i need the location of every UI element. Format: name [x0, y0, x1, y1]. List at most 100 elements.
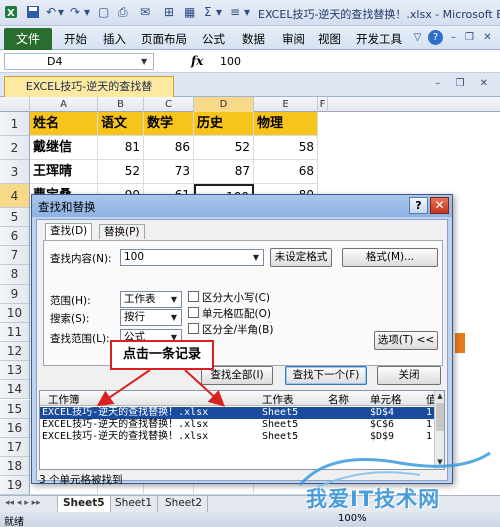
row-header[interactable]: 2: [0, 136, 30, 160]
header-cell[interactable]: 语文: [98, 112, 144, 136]
align-icon[interactable]: ≡: [230, 5, 240, 20]
workbook-tab[interactable]: EXCEL技巧-逆天的查找替换！.xlsx: [4, 76, 174, 113]
column-header-c[interactable]: C: [144, 97, 194, 112]
header-cell[interactable]: 历史: [194, 112, 254, 136]
sheet-tab-sheet5[interactable]: Sheet5: [58, 496, 111, 512]
column-header-a[interactable]: A: [30, 97, 98, 112]
new-icon[interactable]: ▢: [98, 5, 109, 20]
score-cell[interactable]: 87: [194, 160, 254, 184]
workbook-window-controls[interactable]: – ❐ ✕: [435, 78, 494, 89]
tab-home[interactable]: 开始: [64, 31, 87, 47]
tab-review[interactable]: 审阅: [282, 31, 305, 47]
freeze-panes-icon[interactable]: ⊞: [164, 5, 174, 20]
header-cell[interactable]: 数学: [144, 112, 194, 136]
header-cell[interactable]: 姓名: [30, 112, 98, 136]
format-button[interactable]: 格式(M)...: [342, 248, 438, 267]
minimize-icon[interactable]: –: [446, 30, 461, 45]
close-icon[interactable]: ✕: [430, 197, 449, 214]
save-icon[interactable]: [26, 5, 40, 20]
result-row[interactable]: EXCEL技巧-逆天的查找替换！.xlsx Sheet5 $D$4 1: [40, 407, 434, 419]
chevron-down-icon[interactable]: ▼: [250, 251, 262, 264]
search-select[interactable]: 按行 ▼: [120, 309, 182, 326]
row-header[interactable]: 8: [0, 265, 30, 285]
row-header[interactable]: 6: [0, 227, 30, 247]
sheet-tab-sheet1[interactable]: Sheet1: [110, 496, 159, 512]
row-header[interactable]: 13: [0, 361, 30, 381]
select-all-corner[interactable]: [0, 97, 30, 112]
result-row[interactable]: EXCEL技巧-逆天的查找替换！.xlsx Sheet5 $C$6 1: [40, 419, 434, 431]
col-sheet[interactable]: 工作表: [262, 392, 294, 407]
row-header[interactable]: 16: [0, 418, 30, 438]
print-preview-icon[interactable]: ⎙: [118, 5, 128, 20]
col-name[interactable]: 名称: [328, 392, 349, 407]
row-header[interactable]: 19: [0, 476, 30, 496]
column-header-d[interactable]: D: [194, 97, 254, 112]
name-box[interactable]: D4: [4, 53, 154, 70]
sheet-nav-arrows[interactable]: ◂◂ ◂ ▸ ▸▸: [0, 496, 58, 512]
tab-view[interactable]: 视图: [318, 31, 341, 47]
dialog-title-bar[interactable]: 查找和替换 ? ✕: [32, 195, 452, 217]
tab-replace[interactable]: 替换(P): [99, 224, 145, 239]
name-cell[interactable]: 王珲晴: [30, 160, 98, 184]
row-header[interactable]: 17: [0, 437, 30, 457]
result-row[interactable]: EXCEL技巧-逆天的查找替换！.xlsx Sheet5 $D$9 1: [40, 431, 434, 443]
row-header[interactable]: 9: [0, 284, 30, 304]
tab-insert[interactable]: 插入: [103, 31, 126, 47]
chevron-down-icon[interactable]: ▽: [410, 30, 425, 45]
chevron-down-icon[interactable]: ▼: [168, 311, 180, 324]
formula-input[interactable]: 100: [220, 55, 241, 68]
row-header[interactable]: 5: [0, 208, 30, 228]
col-workbook[interactable]: 工作簿: [48, 392, 80, 407]
column-header-f[interactable]: F: [318, 97, 328, 112]
chevron-down-icon[interactable]: ▼: [141, 57, 147, 66]
autosum-icon[interactable]: Σ: [204, 5, 212, 20]
scroll-thumb[interactable]: [436, 403, 444, 431]
row-header[interactable]: 12: [0, 342, 30, 362]
row-header[interactable]: 15: [0, 399, 30, 419]
tab-find[interactable]: 查找(D): [45, 223, 93, 240]
score-cell[interactable]: 73: [144, 160, 194, 184]
tab-developer[interactable]: 开发工具: [356, 31, 402, 47]
column-header-b[interactable]: B: [98, 97, 144, 112]
grid-icon[interactable]: ▦: [184, 5, 195, 20]
score-cell[interactable]: 58: [254, 136, 318, 160]
row-header[interactable]: 4: [0, 184, 30, 208]
scroll-up-icon[interactable]: ▲: [435, 391, 444, 401]
score-cell[interactable]: 52: [98, 160, 144, 184]
row-header[interactable]: 3: [0, 160, 30, 184]
format-status-button[interactable]: 未设定格式: [270, 248, 332, 267]
tab-file[interactable]: 文件: [4, 28, 52, 50]
row-header[interactable]: 11: [0, 322, 30, 343]
customize-qat-icon[interactable]: ▾: [244, 5, 250, 20]
redo-icon[interactable]: ↷: [70, 5, 80, 20]
match-case-label[interactable]: 区分大小写(C): [202, 290, 270, 305]
chevron-down-icon[interactable]: ▼: [168, 293, 180, 306]
match-byte-checkbox[interactable]: [188, 323, 199, 334]
find-what-input[interactable]: 100 ▼: [120, 249, 264, 266]
close-button[interactable]: 关闭: [377, 366, 441, 385]
row-header[interactable]: 7: [0, 246, 30, 266]
match-byte-label[interactable]: 区分全/半角(B): [202, 322, 273, 337]
row-header[interactable]: 14: [0, 380, 30, 400]
column-header-e[interactable]: E: [254, 97, 318, 112]
match-entire-label[interactable]: 单元格匹配(O): [202, 306, 271, 321]
tab-page-layout[interactable]: 页面布局: [141, 31, 187, 47]
score-cell[interactable]: 81: [98, 136, 144, 160]
restore-icon[interactable]: ❐: [462, 30, 477, 45]
chevron-down-icon[interactable]: ▾: [84, 5, 90, 20]
score-cell[interactable]: 68: [254, 160, 318, 184]
score-cell[interactable]: 52: [194, 136, 254, 160]
help-icon[interactable]: ?: [428, 30, 443, 45]
help-icon[interactable]: ?: [409, 197, 428, 214]
row-header[interactable]: 1: [0, 112, 30, 136]
options-button[interactable]: 选项(T) <<: [374, 331, 438, 350]
close-icon[interactable]: ✕: [480, 30, 495, 45]
sheet-tab-sheet2[interactable]: Sheet2: [160, 496, 209, 512]
insert-function-icon[interactable]: fx: [191, 54, 203, 68]
row-header[interactable]: 18: [0, 456, 30, 477]
name-cell[interactable]: 戴继信: [30, 136, 98, 160]
find-next-button[interactable]: 查找下一个(F): [285, 366, 367, 385]
match-entire-checkbox[interactable]: [188, 307, 199, 318]
row-header[interactable]: 10: [0, 303, 30, 323]
col-cell[interactable]: 单元格: [370, 392, 402, 407]
